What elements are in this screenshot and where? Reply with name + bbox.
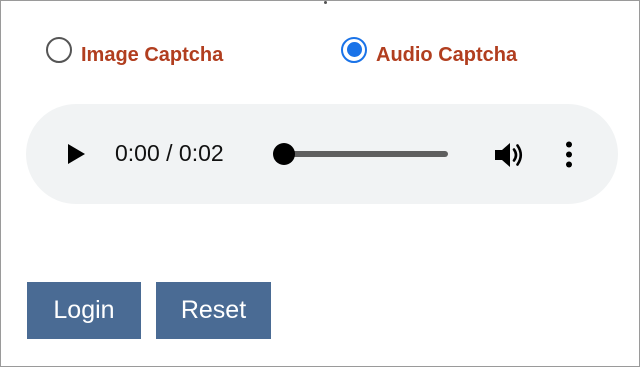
audio-time-display: 0:00 / 0:02 [115,140,224,166]
audio-captcha-label: Audio Captcha [376,44,518,66]
login-button[interactable]: Login [27,282,141,339]
captcha-panel: Image Captcha Audio Captcha 0:00 / 0:02 … [0,0,640,367]
image-captcha-option[interactable]: Image Captcha [46,32,223,67]
audio-seek-thumb[interactable] [273,143,295,165]
more-vertical-icon[interactable] [564,141,574,169]
audio-captcha-option[interactable]: Audio Captcha [341,32,517,67]
volume-icon[interactable] [493,140,525,170]
reset-button[interactable]: Reset [156,282,271,339]
audio-seek-track[interactable] [284,151,448,157]
top-edge-mark [324,1,327,4]
image-captcha-label: Image Captcha [81,44,224,66]
audio-captcha-radio[interactable] [341,36,367,63]
image-captcha-radio[interactable] [46,36,72,63]
play-icon[interactable] [68,144,85,164]
